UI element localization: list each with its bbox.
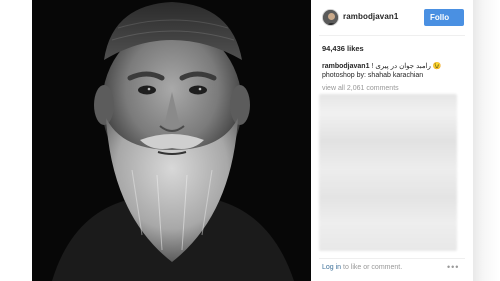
- caption-text: ! رامبد جوان در پیری 😉: [371, 63, 442, 70]
- panel-edge-shadow: [473, 0, 500, 281]
- post-username[interactable]: rambodjavan1: [343, 12, 398, 21]
- post-photo[interactable]: [32, 0, 311, 281]
- login-rest-text: to like or comment.: [341, 264, 403, 271]
- follow-button[interactable]: Follo: [424, 9, 464, 26]
- blurred-comments-area: [319, 94, 457, 251]
- more-options-icon[interactable]: •••: [447, 262, 459, 272]
- caption-credit: photoshop by: shahab karachian: [322, 72, 424, 79]
- instagram-post-window: rambodjavan1 Follo 94,436 likes rambodja…: [0, 0, 500, 281]
- portrait-image: [32, 0, 311, 281]
- caption-username[interactable]: rambodjavan1: [322, 63, 369, 70]
- login-link[interactable]: Log in: [322, 264, 341, 271]
- post-side-panel: rambodjavan1 Follo 94,436 likes rambodja…: [311, 0, 473, 281]
- likes-count[interactable]: 94,436 likes: [322, 44, 364, 53]
- avatar-image: [323, 10, 338, 25]
- view-all-comments-link[interactable]: view all 2,061 comments: [322, 85, 399, 92]
- avatar[interactable]: [322, 9, 339, 26]
- footer-divider: [319, 258, 465, 259]
- login-prompt: Log in to like or comment.: [322, 264, 402, 271]
- post-caption: rambodjavan1 ! رامبد جوان در پیری 😉 phot…: [322, 62, 472, 80]
- post-header: rambodjavan1 Follo: [311, 0, 473, 34]
- header-divider: [319, 35, 465, 36]
